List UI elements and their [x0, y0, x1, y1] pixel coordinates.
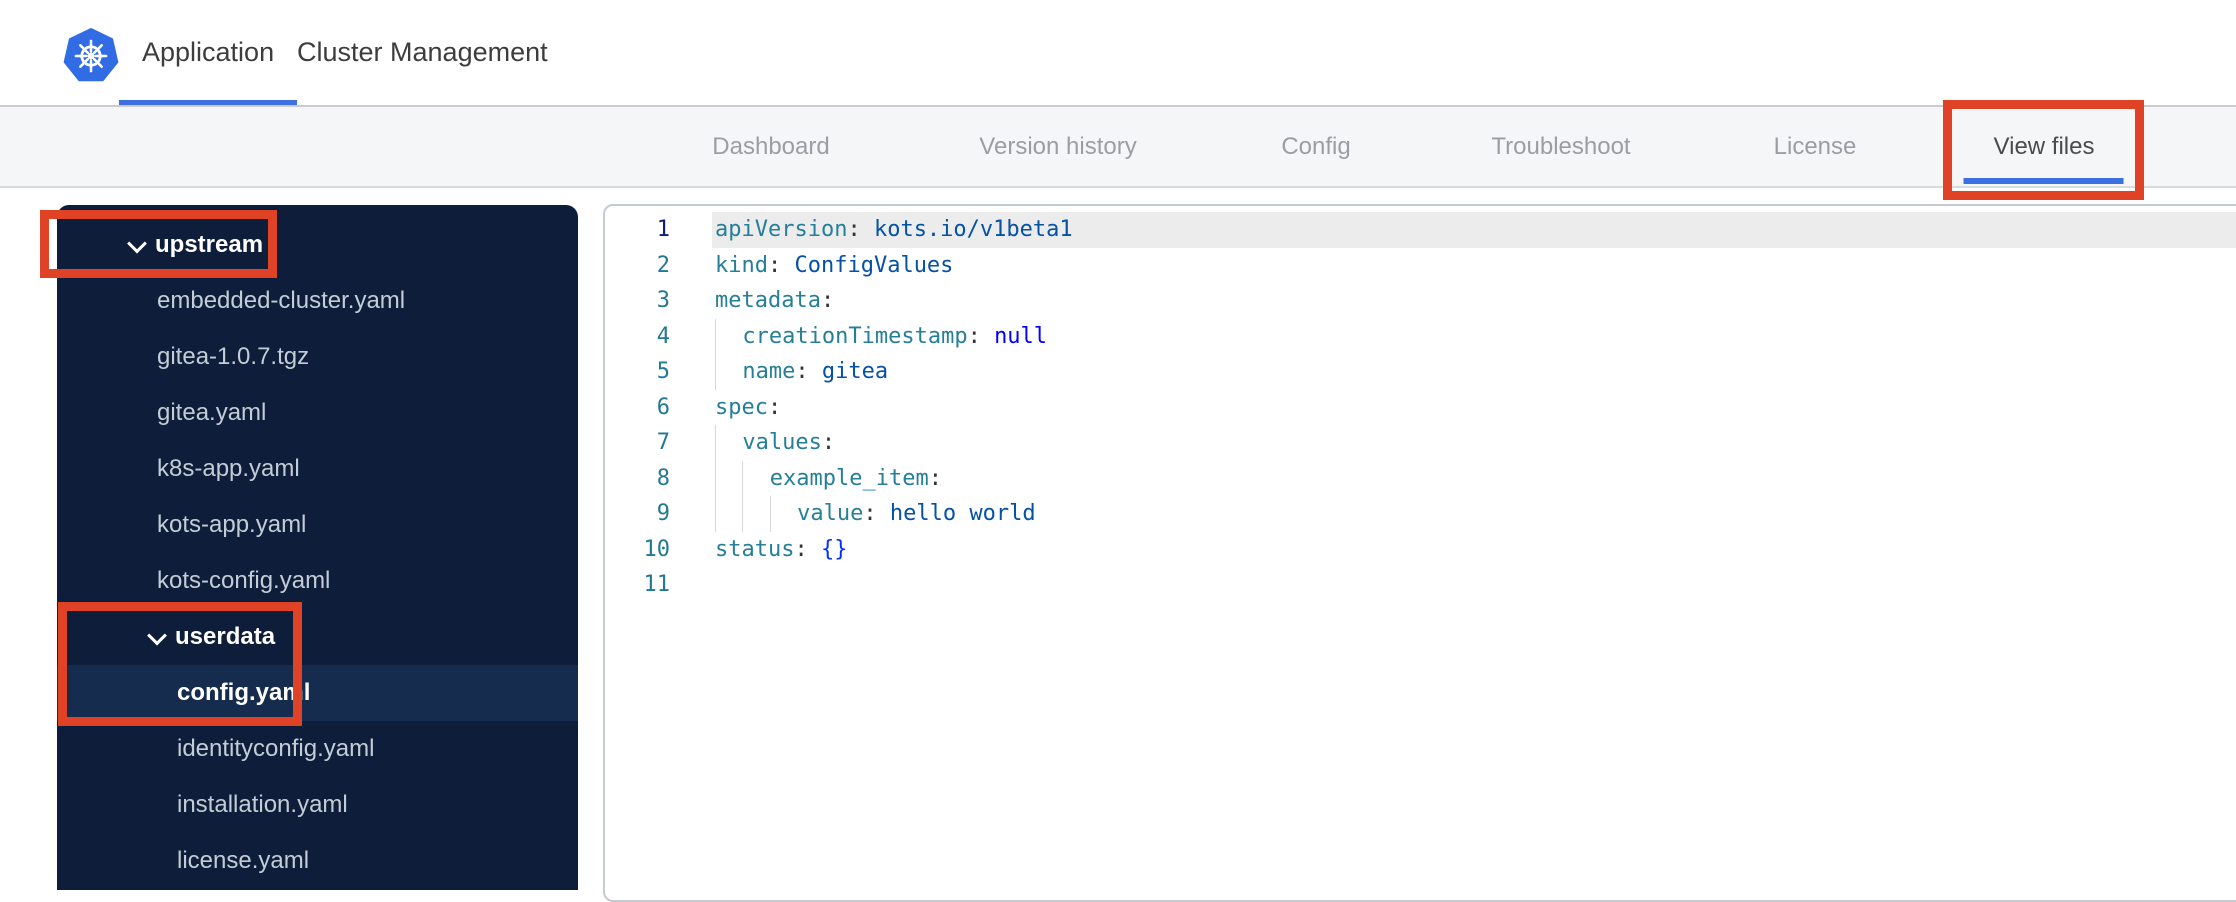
indent-guide [715, 496, 742, 532]
code-line-content [712, 567, 2236, 603]
code-line-content: example_item: [712, 460, 2236, 496]
tree-folder-upstream[interactable]: upstream [57, 217, 578, 273]
code-line-2: 2 kind: ConfigValues [605, 248, 2236, 284]
line-number: 5 [656, 359, 670, 384]
line-number: 4 [656, 323, 670, 349]
file-tree-sidebar: upstream embedded-cluster.yaml gitea-1.0.7… [57, 205, 578, 890]
tab-troubleshoot[interactable]: Troubleshoot [1491, 107, 1630, 186]
line-number: 8 [656, 465, 670, 491]
code-line-content: status: {} [715, 536, 848, 562]
tree-item-label: upstream [155, 231, 264, 258]
code-line-6: 6 spec: [605, 390, 2236, 426]
code-line-11: 11 [605, 567, 2236, 603]
line-number: 6 [656, 394, 670, 420]
tree-file-kots-app-yaml[interactable]: kots-app.yaml [57, 497, 578, 553]
indent-guide [715, 354, 742, 390]
kots-admin-console: Application Cluster Management Dashboard V… [0, 0, 2236, 902]
tab-view-files[interactable]: View files [1964, 107, 2124, 186]
tree-item-label: gitea.yaml [157, 399, 267, 426]
line-number: 10 [643, 536, 671, 562]
line-number: 11 [643, 572, 671, 597]
code-line-1: 1 apiVersion: kots.io/v1beta1 [605, 212, 2236, 248]
tree-file-embedded-cluster-yaml[interactable]: embedded-cluster.yaml [57, 273, 578, 329]
code-line-content: spec: [715, 394, 782, 420]
app-header: Application Cluster Management [0, 0, 2236, 105]
indent-guide [769, 496, 797, 532]
code-line-5: 5 name: gitea [605, 354, 2236, 390]
tree-item-label: userdata [175, 623, 276, 650]
code-editor[interactable]: 1 apiVersion: kots.io/v1beta1 2 kind: Confi… [603, 204, 2236, 902]
tree-item-label: kots-config.yaml [157, 567, 331, 594]
tree-file-identityconfig-yaml[interactable]: identityconfig.yaml [57, 721, 578, 777]
code-line-content: name: gitea [712, 354, 2236, 390]
chevron-down-icon [147, 625, 167, 646]
tree-item-label: config.yaml [177, 679, 311, 706]
tree-file-license-yaml[interactable]: license.yaml [57, 833, 578, 889]
code-line-content: metadata: [715, 288, 835, 313]
indent-guide [715, 460, 742, 496]
line-number: 9 [656, 501, 670, 526]
tree-file-config-yaml[interactable]: config.yaml [57, 665, 578, 721]
code-line-7: 7 values: [605, 425, 2236, 461]
tree-item-label: kots-app.yaml [157, 511, 307, 538]
line-number: 7 [656, 430, 670, 455]
tree-item-label: installation.yaml [177, 791, 348, 818]
header-tab-application[interactable]: Application [118, 0, 298, 105]
tab-license[interactable]: License [1774, 107, 1857, 186]
tree-file-k8s-app-yaml[interactable]: k8s-app.yaml [57, 441, 578, 497]
tree-file-gitea-yaml[interactable]: gitea.yaml [57, 385, 578, 441]
tree-item-label: k8s-app.yaml [157, 455, 300, 482]
tab-version-history[interactable]: Version history [979, 107, 1136, 186]
tab-config[interactable]: Config [1281, 107, 1350, 186]
indent-guide [715, 318, 742, 354]
code-line-3: 3 metadata: [605, 283, 2236, 319]
indent-guide [742, 496, 769, 532]
header-tab-cluster-management[interactable]: Cluster Management [297, 0, 548, 105]
tree-item-label: gitea-1.0.7.tgz [157, 343, 310, 370]
tree-item-label: embedded-cluster.yaml [157, 287, 406, 314]
indent-guide [742, 460, 769, 496]
code-line-8: 8 example_item: [605, 460, 2236, 496]
code-line-content: kind: ConfigValues [715, 252, 954, 278]
code-line-content: value: hello world [712, 496, 2236, 532]
line-number: 3 [656, 288, 670, 313]
code-line-10: 10 status: {} [605, 532, 2236, 568]
indent-guide [715, 425, 742, 461]
code-line-content: apiVersion: kots.io/v1beta1 [712, 212, 2236, 248]
chevron-down-icon [127, 233, 147, 254]
line-number: 1 [656, 217, 670, 242]
line-number: 2 [656, 252, 670, 278]
code-line-9: 9 value: hello world [605, 496, 2236, 532]
tree-file-gitea-1-0-7-tgz[interactable]: gitea-1.0.7.tgz [57, 329, 578, 385]
app-subnav: Dashboard Version history Config Troublesho… [0, 105, 2236, 188]
tab-dashboard[interactable]: Dashboard [712, 107, 829, 186]
tree-item-label: license.yaml [177, 847, 310, 874]
code-line-4: 4 creationTimestamp: null [605, 318, 2236, 354]
tree-file-kots-config-yaml[interactable]: kots-config.yaml [57, 553, 578, 609]
kubernetes-logo-icon [63, 28, 119, 82]
code-line-content: creationTimestamp: null [712, 318, 2236, 354]
tree-item-label: identityconfig.yaml [177, 735, 375, 762]
tree-file-installation-yaml[interactable]: installation.yaml [57, 777, 578, 833]
tree-folder-userdata[interactable]: userdata [57, 609, 578, 665]
code-line-content: values: [712, 425, 2236, 461]
